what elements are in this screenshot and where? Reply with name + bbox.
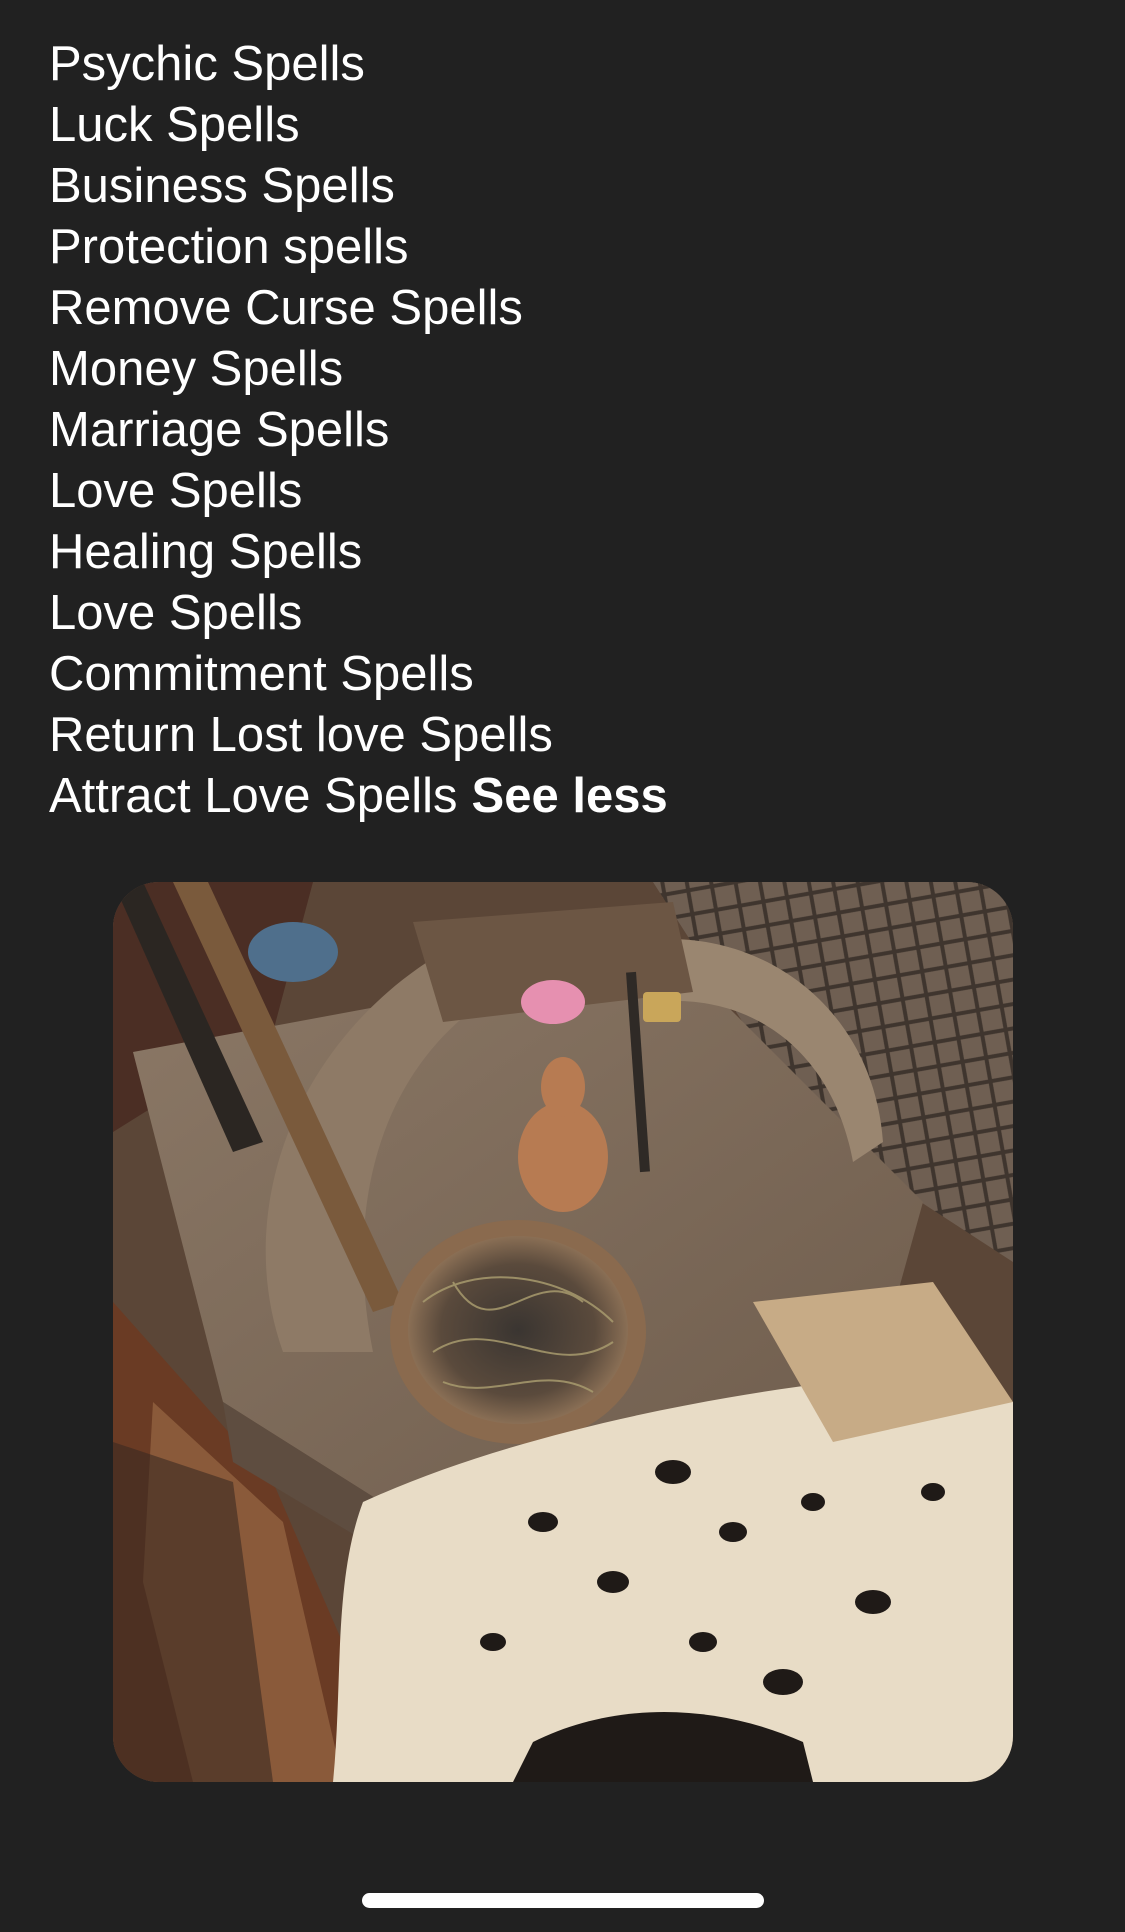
post-line: Marriage Spells [49, 403, 390, 457]
post-line: Money Spells [49, 342, 344, 396]
post-photo-illustration [113, 882, 1013, 1782]
post-line: Return Lost love Spells [49, 708, 553, 762]
post-line-text: Attract Love Spells [49, 769, 458, 823]
post-line: Luck Spells [49, 98, 300, 152]
post-line: Love Spells [49, 586, 303, 640]
post-line: Healing Spells [49, 525, 363, 579]
post-line: Commitment Spells [49, 647, 474, 701]
post-line-last: Attract Love Spells See less [49, 766, 1089, 827]
post-line: Remove Curse Spells [49, 281, 523, 335]
post-photo[interactable] [113, 882, 1013, 1782]
post-line: Psychic Spells [49, 37, 365, 91]
post-line: Protection spells [49, 220, 409, 274]
home-indicator[interactable] [362, 1893, 764, 1908]
post-text: Psychic Spells Luck Spells Business Spel… [49, 34, 1089, 827]
post-line: Business Spells [49, 159, 395, 213]
see-less-link[interactable]: See less [472, 769, 668, 823]
post-line: Love Spells [49, 464, 303, 518]
